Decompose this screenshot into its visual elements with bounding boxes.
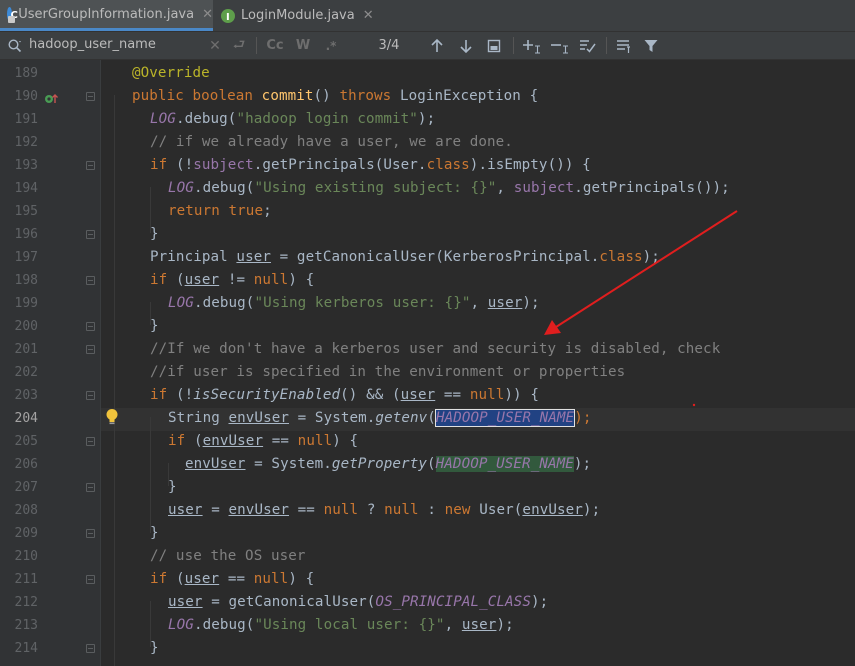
annotation-arrow: [544, 210, 738, 407]
